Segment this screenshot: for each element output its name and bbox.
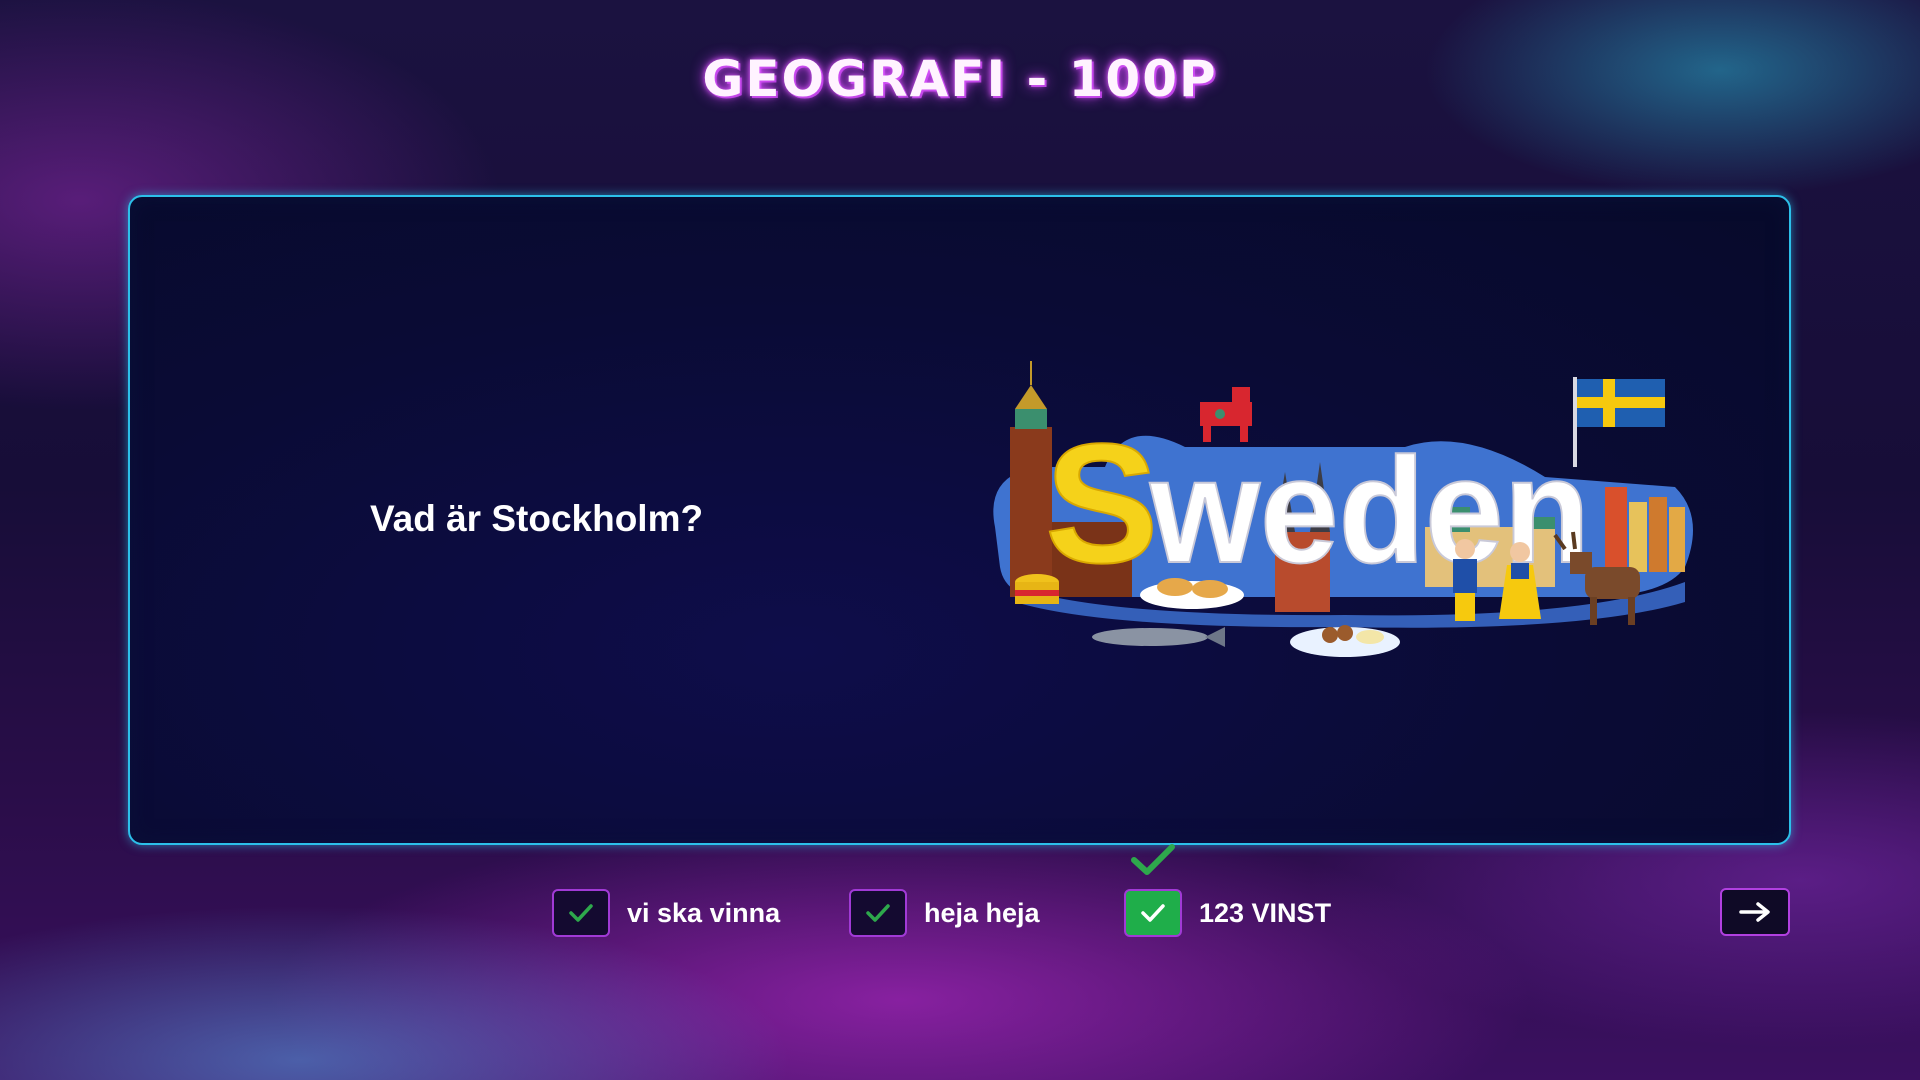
- herring-fish-icon: [1092, 627, 1225, 647]
- surstromming-can-icon: [1015, 574, 1059, 604]
- check-icon: [569, 904, 593, 922]
- check-icon: [1141, 904, 1165, 922]
- option-1-label: vi ska vinna: [627, 897, 781, 928]
- option-2-label: heja heja: [924, 897, 1040, 928]
- meatballs-plate-icon: [1290, 625, 1400, 657]
- answer-text: Vad är Stockholm?: [370, 498, 704, 539]
- page-title: GEOGRAFI - 100P: [702, 50, 1218, 108]
- next-button[interactable]: [1720, 888, 1790, 936]
- option-2[interactable]: heja heja: [849, 888, 1040, 938]
- correct-answer-check-icon: [1131, 844, 1175, 875]
- check-icon: [866, 904, 890, 922]
- question-card: Vad är Stockholm? S weden: [128, 195, 1791, 845]
- option-3-label: 123 VINST: [1199, 897, 1332, 928]
- option-2-checkbox[interactable]: [849, 889, 907, 937]
- arrow-right-icon: [1739, 902, 1770, 922]
- option-1[interactable]: vi ska vinna: [552, 888, 780, 938]
- sweden-illustration: S weden: [993, 361, 1693, 657]
- option-3-checkbox[interactable]: [1124, 889, 1182, 937]
- sweden-letter-s: S: [1045, 409, 1158, 599]
- option-1-checkbox[interactable]: [552, 889, 610, 937]
- answer-options: vi ska vinna heja heja 123 VINST: [0, 888, 1920, 944]
- option-3[interactable]: 123 VINST: [1124, 888, 1331, 938]
